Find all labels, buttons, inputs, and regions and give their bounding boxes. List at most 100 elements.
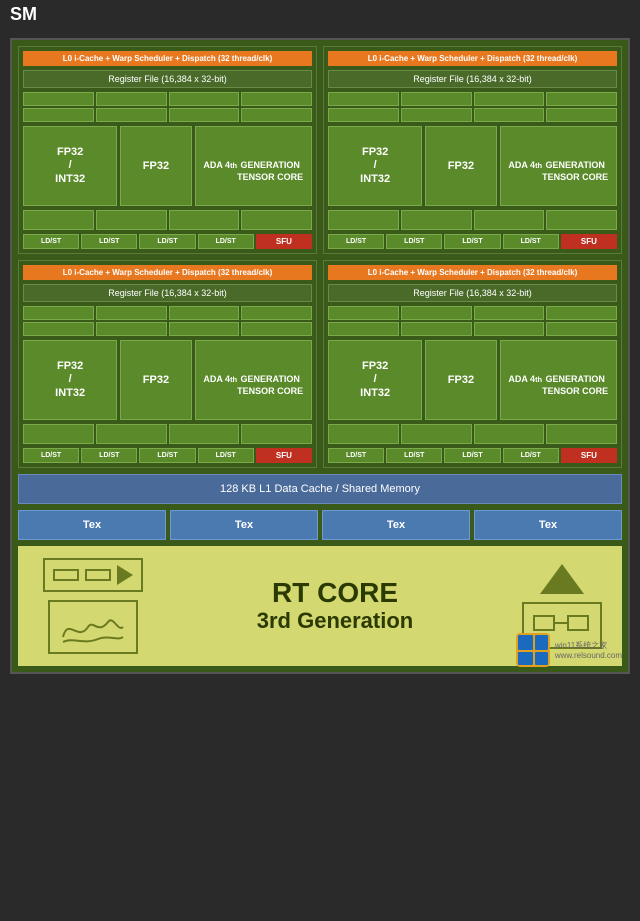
rt-shape-rect xyxy=(85,569,111,581)
tex-cell-2: Tex xyxy=(322,510,470,540)
reg-cell xyxy=(546,306,617,320)
fp32-block-0: FP32 xyxy=(120,126,191,206)
reg-file-bar-1: Register File (16,384 x 32-bit) xyxy=(328,70,617,88)
reg-cell xyxy=(474,92,545,106)
reg-cell xyxy=(241,210,312,230)
l0-bar-2: L0 i-Cache + Warp Scheduler + Dispatch (… xyxy=(23,265,312,280)
reg-cell xyxy=(474,322,545,336)
watermark-text: win11系统之家 www.relsound.com xyxy=(555,640,622,660)
watermark-logo xyxy=(515,632,551,668)
l1-cache-bar: 128 KB L1 Data Cache / Shared Memory xyxy=(18,474,622,504)
tensor-block-2: ADA 4thGENERATIONTENSOR CORE xyxy=(195,340,312,420)
tex-cell-0: Tex xyxy=(18,510,166,540)
rt-shape-arrow xyxy=(117,565,133,585)
reg-cell xyxy=(241,306,312,320)
bottom-unit-row-3: LD/ST LD/ST LD/ST LD/ST SFU xyxy=(328,448,617,463)
reg-cell xyxy=(169,424,240,444)
ldst-cell: LD/ST xyxy=(444,234,500,249)
bottom-unit-row-0: LD/ST LD/ST LD/ST LD/ST SFU xyxy=(23,234,312,249)
rt-core-text: RT CORE 3rd Generation xyxy=(158,578,512,635)
core-row-2: FP32/INT32 FP32 ADA 4thGENERATIONTENSOR … xyxy=(23,340,312,420)
reg-cell xyxy=(546,210,617,230)
sfu-cell: SFU xyxy=(561,448,617,463)
rt-core-title: RT CORE xyxy=(158,578,512,609)
ldst-cell: LD/ST xyxy=(23,448,79,463)
l0-bar-0: L0 i-Cache + Warp Scheduler + Dispatch (… xyxy=(23,51,312,66)
rt-shape-rect xyxy=(53,569,79,581)
reg-cell xyxy=(401,306,472,320)
reg-cell xyxy=(241,424,312,444)
mid-reg-0 xyxy=(23,210,312,230)
ldst-cell: LD/ST xyxy=(386,448,442,463)
bottom-unit-row-2: LD/ST LD/ST LD/ST LD/ST SFU xyxy=(23,448,312,463)
tex-row: Tex Tex Tex Tex xyxy=(18,510,622,540)
reg-grid-top-2 xyxy=(23,306,312,336)
reg-file-bar-0: Register File (16,384 x 32-bit) xyxy=(23,70,312,88)
fp32-block-2: FP32 xyxy=(120,340,191,420)
fp32-int32-block-2: FP32/INT32 xyxy=(23,340,117,420)
quadrant-2: L0 i-Cache + Warp Scheduler + Dispatch (… xyxy=(18,260,317,468)
reg-cell xyxy=(169,322,240,336)
watermark-url-label: www.relsound.com xyxy=(555,651,622,660)
mid-reg-3 xyxy=(328,424,617,444)
reg-cell xyxy=(328,210,399,230)
rt-shape-box-top xyxy=(43,558,143,592)
reg-cell xyxy=(169,108,240,122)
ldst-cell: LD/ST xyxy=(198,448,254,463)
reg-cell xyxy=(401,92,472,106)
tex-cell-1: Tex xyxy=(170,510,318,540)
reg-cell xyxy=(328,92,399,106)
core-row-3: FP32/INT32 FP32 ADA 4thGENERATIONTENSOR … xyxy=(328,340,617,420)
reg-cell xyxy=(328,322,399,336)
reg-cell xyxy=(96,306,167,320)
ldst-cell: LD/ST xyxy=(139,234,195,249)
quadrant-0: L0 i-Cache + Warp Scheduler + Dispatch (… xyxy=(18,46,317,254)
ldst-cell: LD/ST xyxy=(503,448,559,463)
fp32-int32-block-3: FP32/INT32 xyxy=(328,340,422,420)
tensor-block-1: ADA 4thGENERATIONTENSOR CORE xyxy=(500,126,617,206)
rt-shape-box-bottom xyxy=(48,600,138,654)
watermark-site-label: win11系统之家 xyxy=(555,640,622,651)
sm-title-label: SM xyxy=(10,4,37,25)
ldst-cell: LD/ST xyxy=(81,234,137,249)
tex-cell-3: Tex xyxy=(474,510,622,540)
reg-cell xyxy=(328,306,399,320)
rt-core-subtitle: 3rd Generation xyxy=(158,608,512,634)
fp32-int32-block-0: FP32/INT32 xyxy=(23,126,117,206)
rt-triangle-icon xyxy=(540,564,584,594)
reg-cell xyxy=(241,322,312,336)
reg-file-bar-2: Register File (16,384 x 32-bit) xyxy=(23,284,312,302)
bottom-unit-row-1: LD/ST LD/ST LD/ST LD/ST SFU xyxy=(328,234,617,249)
ldst-cell: LD/ST xyxy=(23,234,79,249)
reg-cell xyxy=(401,210,472,230)
l0-bar-1: L0 i-Cache + Warp Scheduler + Dispatch (… xyxy=(328,51,617,66)
l0-bar-3: L0 i-Cache + Warp Scheduler + Dispatch (… xyxy=(328,265,617,280)
reg-cell xyxy=(96,92,167,106)
ldst-cell: LD/ST xyxy=(81,448,137,463)
reg-cell xyxy=(23,424,94,444)
reg-cell xyxy=(96,424,167,444)
quadrant-grid: L0 i-Cache + Warp Scheduler + Dispatch (… xyxy=(18,46,622,468)
reg-cell xyxy=(474,424,545,444)
sfu-cell: SFU xyxy=(256,234,312,249)
reg-cell xyxy=(96,322,167,336)
reg-cell xyxy=(96,108,167,122)
reg-cell xyxy=(241,108,312,122)
core-row-0: FP32/INT32 FP32 ADA 4thGENERATIONTENSOR … xyxy=(23,126,312,206)
mid-reg-2 xyxy=(23,424,312,444)
sfu-cell: SFU xyxy=(561,234,617,249)
reg-cell xyxy=(328,108,399,122)
reg-grid-top-1 xyxy=(328,92,617,122)
reg-cell xyxy=(546,424,617,444)
reg-cell xyxy=(546,108,617,122)
reg-cell xyxy=(169,210,240,230)
core-row-1: FP32/INT32 FP32 ADA 4thGENERATIONTENSOR … xyxy=(328,126,617,206)
reg-cell xyxy=(474,306,545,320)
reg-grid-top-3 xyxy=(328,306,617,336)
ldst-cell: LD/ST xyxy=(328,448,384,463)
reg-file-bar-3: Register File (16,384 x 32-bit) xyxy=(328,284,617,302)
reg-cell xyxy=(546,322,617,336)
ldst-cell: LD/ST xyxy=(139,448,195,463)
tensor-block-3: ADA 4thGENERATIONTENSOR CORE xyxy=(500,340,617,420)
reg-cell xyxy=(401,108,472,122)
